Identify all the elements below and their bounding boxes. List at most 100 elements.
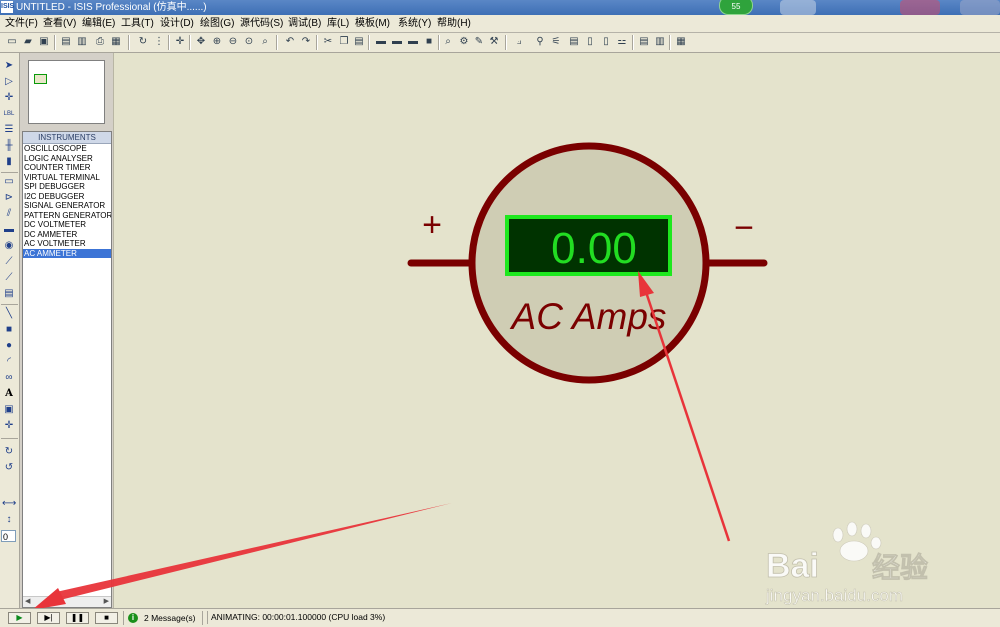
block-move-icon[interactable]: ▬ xyxy=(390,35,404,49)
line-tool-icon[interactable]: ╲ xyxy=(2,307,16,321)
instrument-item-i2c-debugger[interactable]: I2C DEBUGGER xyxy=(23,192,111,202)
graph-mode-icon[interactable]: ⫽ xyxy=(2,207,16,221)
instrument-item-oscilloscope[interactable]: OSCILLOSCOPE xyxy=(23,144,111,154)
pan-icon[interactable]: ✥ xyxy=(194,35,208,49)
copy-icon[interactable]: ❐ xyxy=(337,35,351,49)
make-device-icon[interactable]: ⚙ xyxy=(457,35,471,49)
message-count[interactable]: 2 Message(s) xyxy=(144,613,196,623)
block-copy-icon[interactable]: ▬ xyxy=(374,35,388,49)
instrument-item-ac-ammeter[interactable]: AC AMMETER xyxy=(23,248,111,258)
zoom-out-icon[interactable]: ⊖ xyxy=(226,35,240,49)
origin-icon[interactable]: ✛ xyxy=(173,35,187,49)
menu-system[interactable]: 系统(Y) xyxy=(398,17,431,30)
device-pins-icon[interactable]: ⊳ xyxy=(2,191,16,205)
menu-graph[interactable]: 绘图(G) xyxy=(200,17,234,30)
wire-autorouter-icon[interactable]: ⟓ xyxy=(512,35,526,49)
marker-tool-icon[interactable]: ✛ xyxy=(2,419,16,433)
pause-button[interactable]: ❚❚ xyxy=(66,612,89,624)
info-icon[interactable]: i xyxy=(128,613,138,623)
scroll-right-icon[interactable]: ▶ xyxy=(104,597,109,607)
stop-button[interactable]: ■ xyxy=(95,612,118,624)
overview-window[interactable] xyxy=(28,60,105,124)
open-folder-icon[interactable]: ▰ xyxy=(21,35,35,49)
instrument-item-ac-voltmeter[interactable]: AC VOLTMETER xyxy=(23,239,111,249)
cut-icon[interactable]: ✂ xyxy=(321,35,335,49)
circle-tool-icon[interactable]: ● xyxy=(2,339,16,353)
redo-icon[interactable]: ↷ xyxy=(299,35,313,49)
instrument-item-signal-generator[interactable]: SIGNAL GENERATOR xyxy=(23,201,111,211)
current-probe-icon[interactable]: ⟋ xyxy=(2,271,16,285)
new-file-icon[interactable]: ▭ xyxy=(5,35,19,49)
menu-template[interactable]: 模板(M) xyxy=(355,17,390,30)
junction-dot-icon[interactable]: ✛ xyxy=(2,91,16,105)
save-icon[interactable]: ▣ xyxy=(37,35,51,49)
selection-mode-icon[interactable]: ➤ xyxy=(2,59,16,73)
menu-source[interactable]: 源代码(S) xyxy=(240,17,283,30)
scroll-left-icon[interactable]: ◀ xyxy=(25,597,30,607)
remove-sheet-icon[interactable]: ▯ xyxy=(583,35,597,49)
ares-icon[interactable]: ▦ xyxy=(674,35,688,49)
generator-icon[interactable]: ◉ xyxy=(2,239,16,253)
instrument-item-pattern-generator[interactable]: PATTERN GENERATOR xyxy=(23,211,111,221)
netlist-icon[interactable]: ▥ xyxy=(653,35,667,49)
terminals-icon[interactable]: ▭ xyxy=(2,175,16,189)
new-sheet-icon[interactable]: ▤ xyxy=(567,35,581,49)
block-rotate-icon[interactable]: ▬ xyxy=(406,35,420,49)
wire-label-icon[interactable]: LBL xyxy=(2,107,16,121)
arc-tool-icon[interactable]: ◜ xyxy=(2,355,16,369)
menu-debug[interactable]: 调试(B) xyxy=(288,17,321,30)
ac-ammeter[interactable]: 0.00 AC Amps + − xyxy=(407,142,768,384)
menu-tools[interactable]: 工具(T) xyxy=(121,17,154,30)
block-delete-icon[interactable]: ■ xyxy=(422,35,436,49)
component-mode-icon[interactable]: ▷ xyxy=(2,75,16,89)
print-area-icon[interactable]: ▦ xyxy=(109,35,123,49)
instrument-item-dc-ammeter[interactable]: DC AMMETER xyxy=(23,230,111,240)
decompose-icon[interactable]: ⚒ xyxy=(487,35,501,49)
search-tag-icon[interactable]: ⚲ xyxy=(533,35,547,49)
zoom-area-icon[interactable]: ⌕ xyxy=(258,35,272,49)
import-icon[interactable]: ▤ xyxy=(59,35,73,49)
exit-parent-icon[interactable]: ▯ xyxy=(599,35,613,49)
mirror-vertical-icon[interactable]: ↕ xyxy=(2,513,16,527)
refresh-icon[interactable]: ↻ xyxy=(136,35,150,49)
symbol-tool-icon[interactable]: ▣ xyxy=(2,403,16,417)
menu-help[interactable]: 帮助(H) xyxy=(437,17,471,30)
menu-library[interactable]: 库(L) xyxy=(327,17,349,30)
tape-recorder-icon[interactable]: ▬ xyxy=(2,223,16,237)
property-tool-icon[interactable]: ⚟ xyxy=(549,35,563,49)
play-button[interactable]: ▶ xyxy=(8,612,31,624)
paste-icon[interactable]: ▤ xyxy=(352,35,366,49)
virtual-instruments-icon[interactable]: ▤ xyxy=(2,287,16,301)
rotate-anticlockwise-icon[interactable]: ↺ xyxy=(2,461,16,475)
text-tool-icon[interactable]: A xyxy=(2,387,16,401)
box-tool-icon[interactable]: ■ xyxy=(2,323,16,337)
instrument-item-dc-voltmeter[interactable]: DC VOLTMETER xyxy=(23,220,111,230)
zoom-in-icon[interactable]: ⊕ xyxy=(210,35,224,49)
undo-icon[interactable]: ↶ xyxy=(283,35,297,49)
rotate-clockwise-icon[interactable]: ↻ xyxy=(2,445,16,459)
text-script-icon[interactable]: ☰ xyxy=(2,123,16,137)
bom-icon[interactable]: ⚍ xyxy=(615,35,629,49)
pick-device-icon[interactable]: ⌕ xyxy=(441,35,455,49)
menu-edit[interactable]: 编辑(E) xyxy=(82,17,115,30)
buses-icon[interactable]: ╫ xyxy=(2,139,16,153)
grid-icon[interactable]: ⋮ xyxy=(152,35,166,49)
instrument-item-counter-timer[interactable]: COUNTER TIMER xyxy=(23,163,111,173)
step-button[interactable]: ▶| xyxy=(37,612,60,624)
voltage-probe-icon[interactable]: ⟋ xyxy=(2,255,16,269)
erc-report-icon[interactable]: ▤ xyxy=(637,35,651,49)
export-icon[interactable]: ▥ xyxy=(75,35,89,49)
instrument-item-logic-analyser[interactable]: LOGIC ANALYSER xyxy=(23,154,111,164)
notification-badge[interactable]: 55 xyxy=(719,0,753,15)
subcircuit-icon[interactable]: ▮ xyxy=(2,155,16,169)
instrument-item-spi-debugger[interactable]: SPI DEBUGGER xyxy=(23,182,111,192)
instrument-item-virtual-terminal[interactable]: VIRTUAL TERMINAL xyxy=(23,173,111,183)
path-tool-icon[interactable]: ∞ xyxy=(2,371,16,385)
menu-file[interactable]: 文件(F) xyxy=(5,17,38,30)
zoom-all-icon[interactable]: ⊙ xyxy=(242,35,256,49)
rotation-angle-field[interactable]: 0 xyxy=(1,530,16,542)
menu-design[interactable]: 设计(D) xyxy=(160,17,194,30)
mirror-horizontal-icon[interactable]: ⟷ xyxy=(2,497,16,511)
package-tool-icon[interactable]: ✎ xyxy=(472,35,486,49)
instruments-scrollbar[interactable]: ◀ ▶ xyxy=(23,596,111,607)
